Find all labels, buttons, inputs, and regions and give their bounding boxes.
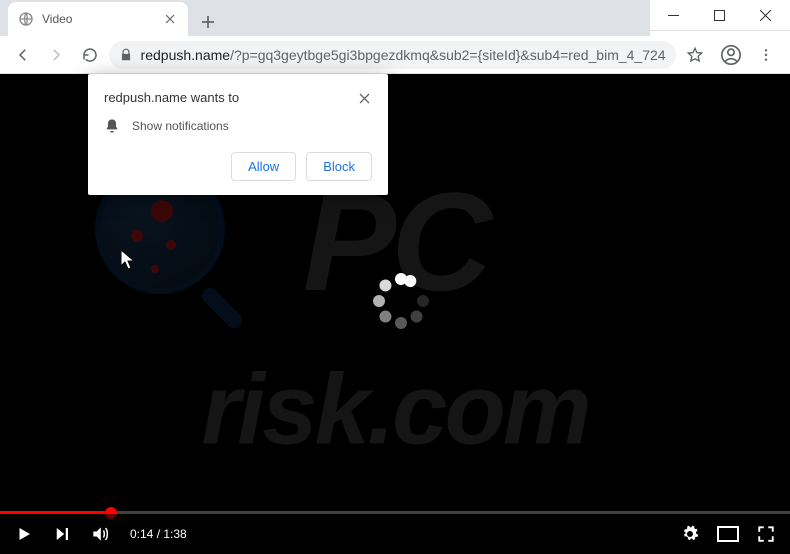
theater-mode-button[interactable]: [716, 522, 740, 546]
reload-button[interactable]: [75, 40, 105, 70]
block-button[interactable]: Block: [306, 152, 372, 181]
new-tab-button[interactable]: [194, 8, 222, 36]
url-text: redpush.name/?p=gq3geytbge5gi3bpgezdkmq&…: [141, 47, 666, 63]
notification-title: redpush.name wants to: [104, 90, 239, 106]
kebab-menu-icon[interactable]: [751, 39, 782, 71]
back-button[interactable]: [8, 40, 38, 70]
volume-button[interactable]: [88, 522, 112, 546]
fullscreen-button[interactable]: [754, 522, 778, 546]
address-field[interactable]: redpush.name/?p=gq3geytbge5gi3bpgezdkmq&…: [109, 41, 676, 69]
maximize-button[interactable]: [696, 0, 742, 31]
watermark-text-2: risk.com: [201, 353, 588, 468]
next-button[interactable]: [50, 522, 74, 546]
allow-button[interactable]: Allow: [231, 152, 296, 181]
video-controls: 0:14 / 1:38: [0, 514, 790, 554]
notification-prompt: redpush.name wants to Show notifications…: [88, 74, 388, 195]
tab-strip: Video: [0, 0, 650, 36]
lock-icon: [119, 48, 133, 62]
time-display: 0:14 / 1:38: [130, 527, 187, 541]
bookmark-star-icon[interactable]: [680, 39, 711, 71]
tab-video[interactable]: Video: [8, 2, 188, 36]
permission-label: Show notifications: [132, 119, 229, 133]
close-icon[interactable]: [162, 11, 178, 27]
loading-spinner: [363, 263, 427, 327]
tab-title: Video: [42, 12, 154, 26]
play-button[interactable]: [12, 522, 36, 546]
close-window-button[interactable]: [742, 0, 788, 31]
profile-icon[interactable]: [715, 39, 746, 71]
settings-icon[interactable]: [678, 522, 702, 546]
address-bar-row: redpush.name/?p=gq3geytbge5gi3bpgezdkmq&…: [0, 36, 790, 74]
forward-button[interactable]: [42, 40, 72, 70]
close-icon[interactable]: [356, 90, 372, 106]
minimize-button[interactable]: [650, 0, 696, 31]
globe-icon: [18, 11, 34, 27]
bell-icon: [104, 118, 120, 134]
